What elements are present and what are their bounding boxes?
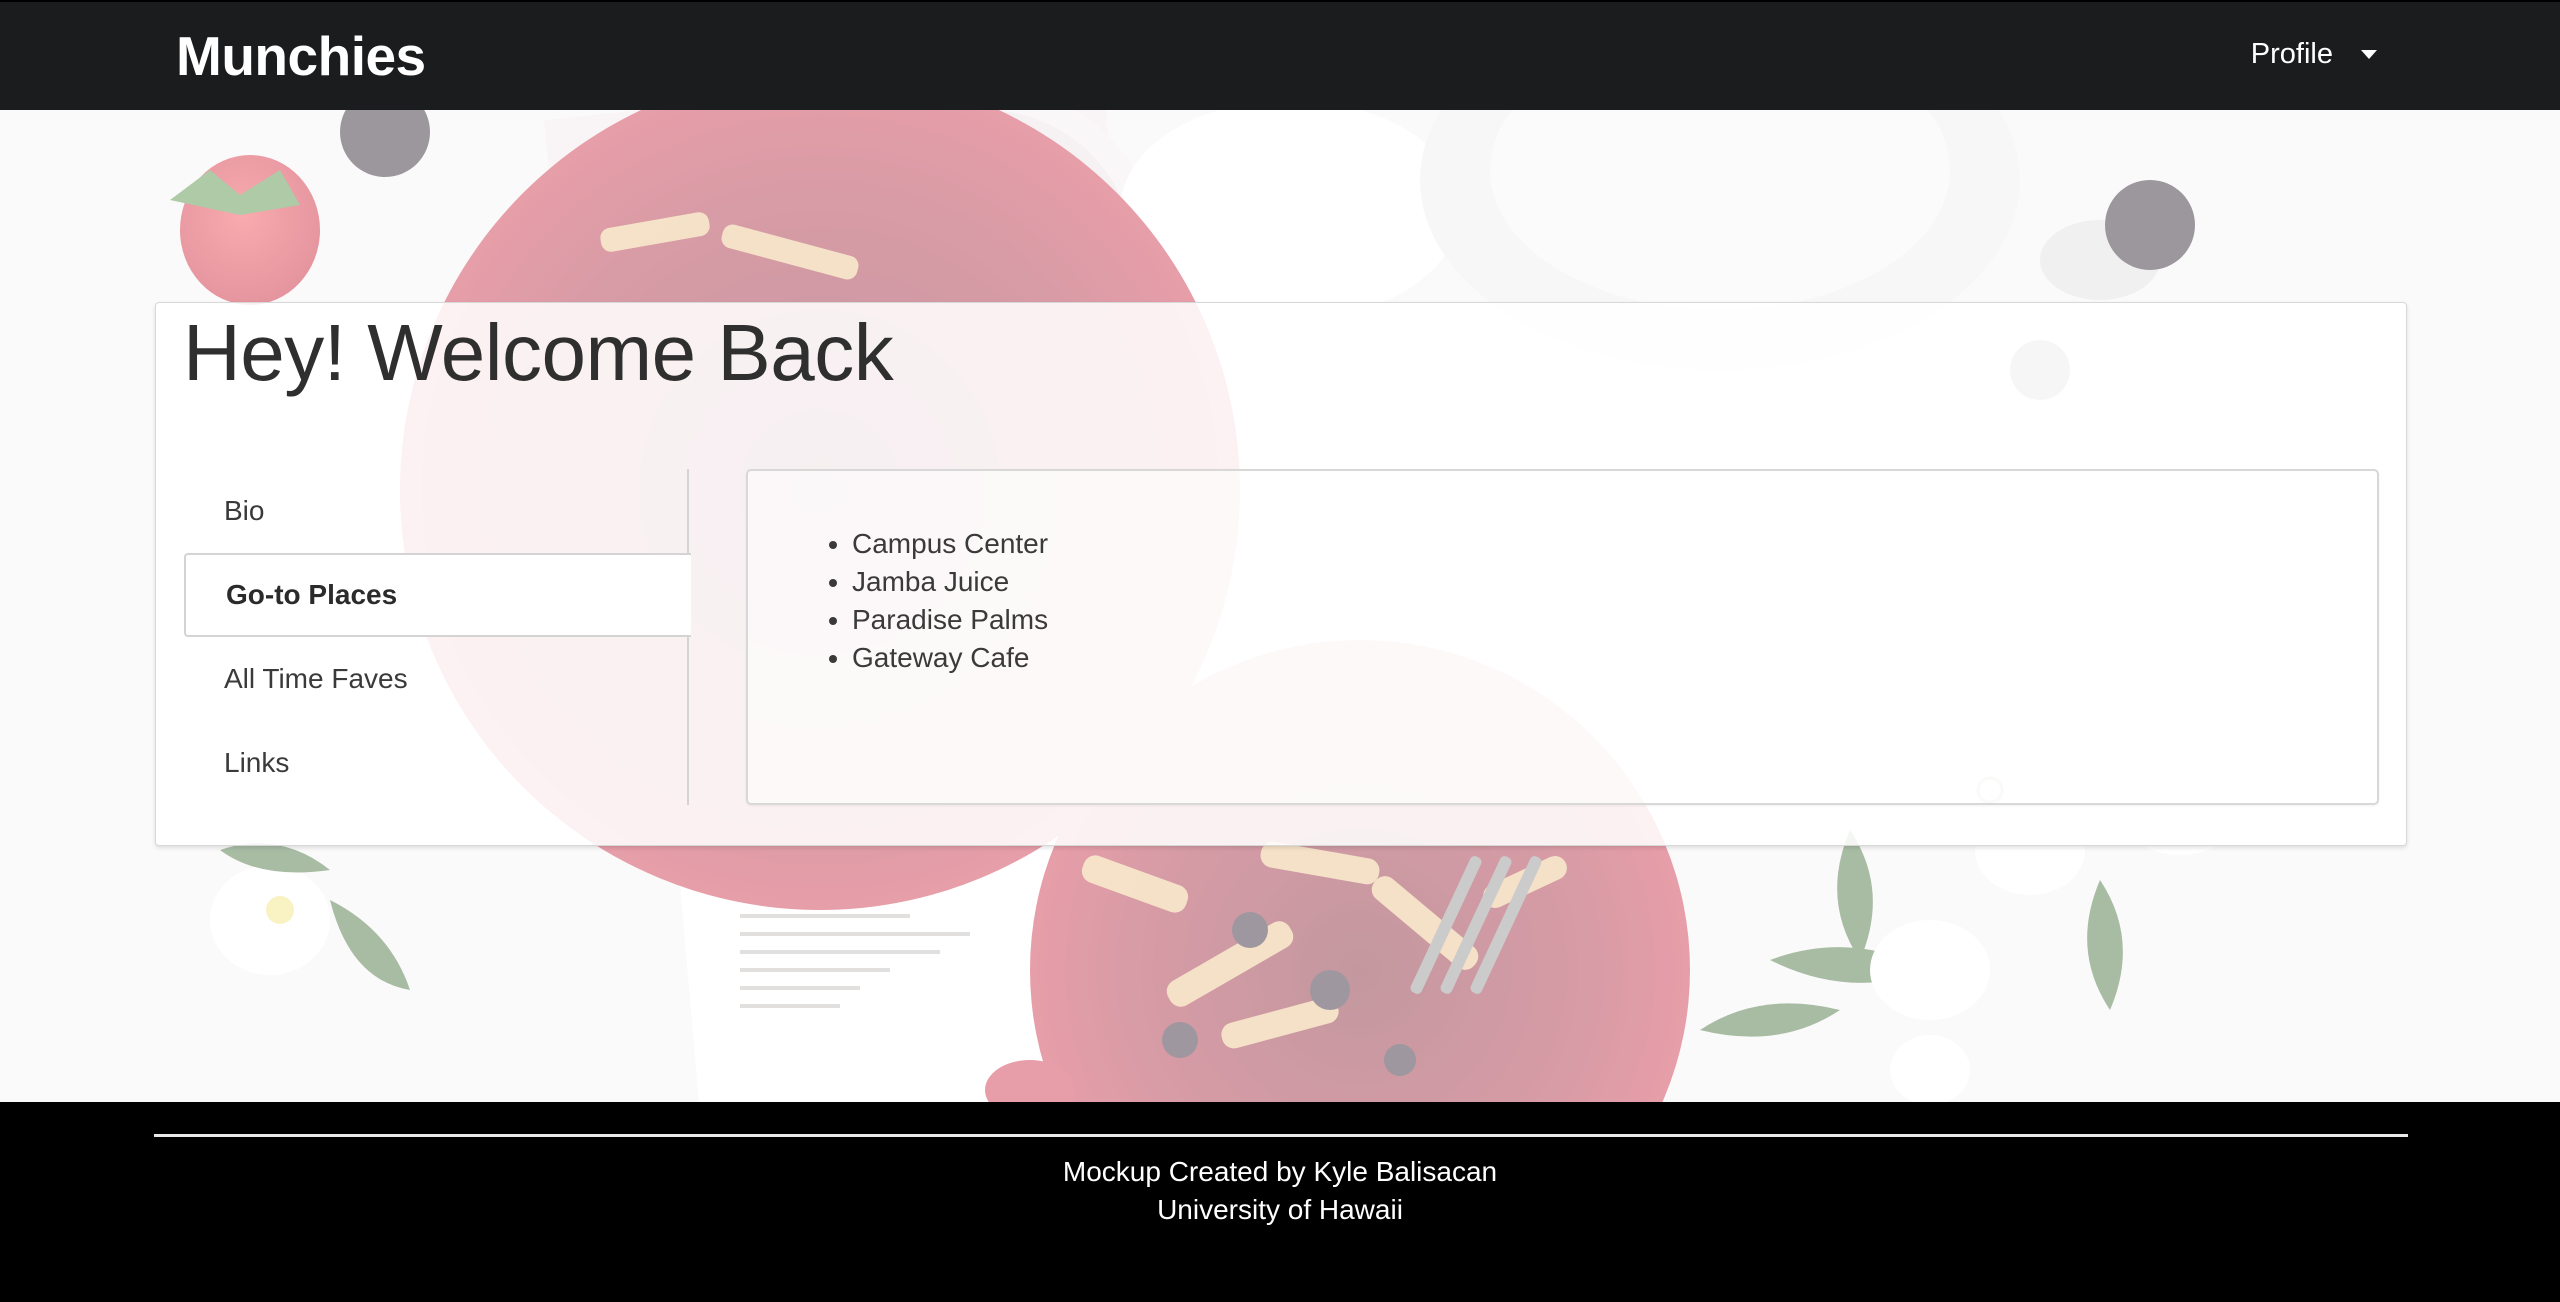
list-item: Paradise Palms	[852, 601, 1048, 639]
footer-university: University of Hawaii	[1157, 1194, 1403, 1225]
list-item: Jamba Juice	[852, 563, 1048, 601]
tab-all-time-faves[interactable]: All Time Faves	[184, 637, 691, 721]
hero-background: Hey! Welcome Back Bio Go-to Places All T…	[0, 110, 2560, 1102]
brand-logo[interactable]: Munchies	[176, 24, 426, 88]
profile-dropdown[interactable]: Profile	[2251, 38, 2377, 71]
tab-bio[interactable]: Bio	[184, 469, 691, 553]
tab-content-panel: Campus Center Jamba Juice Paradise Palms…	[746, 469, 2379, 805]
tab-links[interactable]: Links	[184, 721, 691, 805]
footer-divider	[154, 1134, 2408, 1137]
tab-go-to-places[interactable]: Go-to Places	[184, 553, 691, 637]
list-item: Campus Center	[852, 525, 1048, 563]
welcome-card: Hey! Welcome Back Bio Go-to Places All T…	[155, 302, 2407, 846]
list-item: Gateway Cafe	[852, 639, 1048, 677]
places-list: Campus Center Jamba Juice Paradise Palms…	[812, 525, 1048, 677]
top-navbar: Munchies Profile	[0, 0, 2560, 110]
profile-label: Profile	[2250, 38, 2333, 70]
page-title: Hey! Welcome Back	[183, 308, 894, 397]
footer-credit: Mockup Created by Kyle Balisacan	[1062, 1156, 1498, 1187]
caret-down-icon	[2361, 50, 2377, 59]
page-footer: Mockup Created by Kyle Balisacan Univers…	[0, 1102, 2560, 1302]
vertical-tab-menu: Bio Go-to Places All Time Faves Links	[184, 469, 691, 805]
